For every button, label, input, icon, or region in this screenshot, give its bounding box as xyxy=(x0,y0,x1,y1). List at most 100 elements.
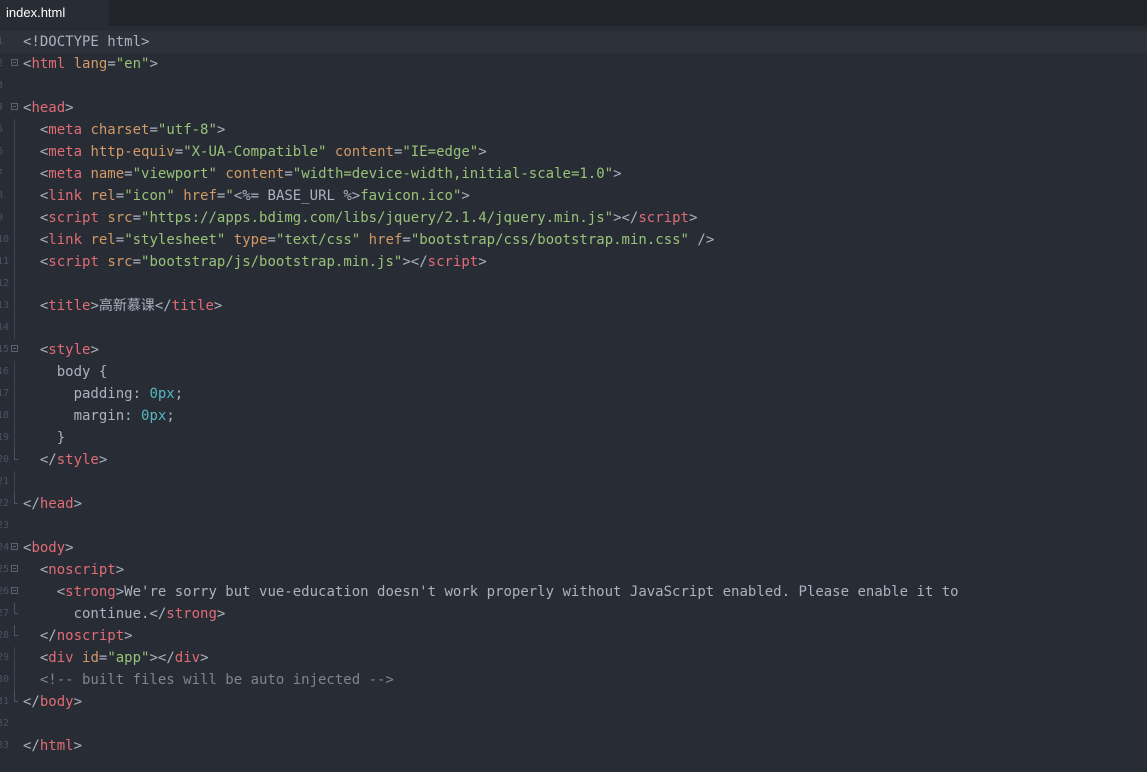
code-line[interactable]: 17 padding: 0px; xyxy=(0,383,1147,405)
code-token: div xyxy=(48,650,74,666)
code-token: "width=device-width,initial-scale=1.0" xyxy=(292,166,614,182)
code-line[interactable]: 8 <link rel="icon" href="<%= BASE_URL %>… xyxy=(0,185,1147,207)
fold-toggle-icon[interactable] xyxy=(11,565,18,572)
code-line[interactable]: 24 <body> xyxy=(0,537,1147,559)
code-token: > xyxy=(200,650,209,666)
code-line[interactable]: 9 <script src="https://apps.bdimg.com/li… xyxy=(0,207,1147,229)
code-line[interactable]: 1 <!DOCTYPE html> xyxy=(0,31,1147,53)
fold-toggle-icon[interactable] xyxy=(11,103,18,110)
code-token: > xyxy=(124,628,133,644)
line-number: 17 xyxy=(0,388,10,399)
code-token: > xyxy=(149,56,158,72)
code-token: "https://apps.bdimg.com/libs/jquery/2.1.… xyxy=(141,210,614,226)
code-line[interactable]: 31 </body> xyxy=(0,691,1147,713)
fold-guide xyxy=(14,405,15,427)
code-token: "IE=edge" xyxy=(402,144,479,160)
code-token: rel xyxy=(90,188,116,204)
code-token: = xyxy=(267,232,276,248)
code-area[interactable]: 1 <!DOCTYPE html> 2 <html lang="en"> 3 4 <head… xyxy=(0,31,1147,757)
fold-guide xyxy=(14,669,15,691)
code-line[interactable]: 7 <meta name="viewport" content="width=d… xyxy=(0,163,1147,185)
fold-toggle-icon[interactable] xyxy=(11,59,18,66)
code-line[interactable]: 16 body { xyxy=(0,361,1147,383)
code-line[interactable]: 3 xyxy=(0,75,1147,97)
line-number: 7 xyxy=(0,168,4,179)
code-token: script xyxy=(427,254,479,270)
line-number: 3 xyxy=(0,80,4,91)
code-token: = xyxy=(115,188,125,204)
code-token: meta xyxy=(48,122,83,138)
code-token: > xyxy=(461,188,470,204)
code-line[interactable]: 6 <meta http-equiv="X-UA-Compatible" con… xyxy=(0,141,1147,163)
code-token: } xyxy=(23,430,66,446)
code-token: content xyxy=(334,144,394,160)
code-line[interactable]: 11 <script src="bootstrap/js/bootstrap.m… xyxy=(0,251,1147,273)
code-token: "en" xyxy=(115,56,150,72)
code-line[interactable]: 22 </head> xyxy=(0,493,1147,515)
code-line[interactable]: 23 xyxy=(0,515,1147,537)
fold-guide xyxy=(14,317,15,339)
code-token: >高新慕课</ xyxy=(90,298,172,314)
line-number: 31 xyxy=(0,696,10,707)
code-line[interactable]: 20 </style> xyxy=(0,449,1147,471)
code-token: id xyxy=(82,650,99,666)
line-number: 26 xyxy=(0,586,10,597)
code-line[interactable]: 29 <div id="app"></div> xyxy=(0,647,1147,669)
line-number: 27 xyxy=(0,608,10,619)
code-line[interactable]: 30 <!-- built files will be auto injecte… xyxy=(0,669,1147,691)
fold-toggle-icon[interactable] xyxy=(11,543,18,550)
code-token: body xyxy=(39,694,74,710)
code-line[interactable]: 32 xyxy=(0,713,1147,735)
line-number: 33 xyxy=(0,740,10,751)
code-token: div xyxy=(174,650,201,666)
code-token: ></ xyxy=(613,210,639,226)
code-line[interactable]: 25 <noscript> xyxy=(0,559,1147,581)
code-line[interactable]: 28 </noscript> xyxy=(0,625,1147,647)
code-token: < xyxy=(23,650,49,666)
fold-end-marker-icon xyxy=(14,449,18,460)
code-token: padding: xyxy=(23,386,150,402)
line-number: 24 xyxy=(0,542,10,553)
code-line[interactable]: 13 <title>高新慕课</title> xyxy=(0,295,1147,317)
code-line[interactable]: 21 xyxy=(0,471,1147,493)
code-token: margin: xyxy=(23,408,142,424)
code-text: <noscript> xyxy=(23,559,124,581)
code-line[interactable]: 33 </html> xyxy=(0,735,1147,757)
code-line[interactable]: 5 <meta charset="utf-8"> xyxy=(0,119,1147,141)
code-token: > xyxy=(613,166,622,182)
code-line[interactable]: 26 <strong>We're sorry but vue-education… xyxy=(0,581,1147,603)
code-editor[interactable]: index.html 1 <!DOCTYPE html> 2 <html lang="… xyxy=(0,0,1147,772)
fold-guide xyxy=(14,119,15,141)
fold-toggle-icon[interactable] xyxy=(11,345,18,352)
code-line[interactable]: 19 } xyxy=(0,427,1147,449)
code-token: "stylesheet" xyxy=(124,232,226,248)
code-token: = xyxy=(107,56,116,72)
tab-index-html[interactable]: index.html xyxy=(0,0,110,26)
code-line[interactable]: 12 xyxy=(0,273,1147,295)
code-line[interactable]: 14 xyxy=(0,317,1147,339)
code-token: href xyxy=(368,232,403,248)
code-token: = xyxy=(132,254,142,270)
code-line[interactable]: 27 continue.</strong> xyxy=(0,603,1147,625)
line-number: 30 xyxy=(0,674,10,685)
fold-guide xyxy=(14,273,15,295)
code-token: >We're sorry but vue-education doesn't w… xyxy=(115,584,959,600)
code-line[interactable]: 15 <style> xyxy=(0,339,1147,361)
code-token: href xyxy=(183,188,217,204)
code-token: link xyxy=(48,188,83,204)
code-line[interactable]: 18 margin: 0px; xyxy=(0,405,1147,427)
code-line[interactable]: 10 <link rel="stylesheet" type="text/css… xyxy=(0,229,1147,251)
fold-guide xyxy=(14,383,15,405)
fold-toggle-icon[interactable] xyxy=(11,587,18,594)
code-text: </body> xyxy=(23,691,82,713)
line-number: 16 xyxy=(0,366,10,377)
fold-guide xyxy=(14,163,15,185)
code-text: </style> xyxy=(23,449,107,471)
line-number: 4 xyxy=(0,102,4,113)
code-line[interactable]: 4 <head> xyxy=(0,97,1147,119)
code-token: <!-- built files will be auto injected -… xyxy=(23,672,394,688)
code-line[interactable]: 2 <html lang="en"> xyxy=(0,53,1147,75)
code-token: < xyxy=(23,584,66,600)
